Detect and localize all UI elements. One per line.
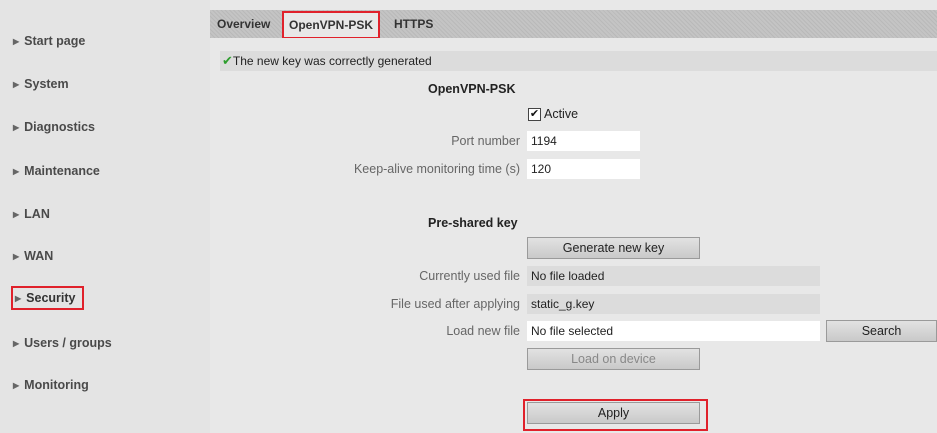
active-label: Active [544, 107, 579, 121]
sidebar-item-label: Start page [24, 34, 86, 48]
sidebar-item-label: Security [26, 291, 76, 305]
sidebar-item-security[interactable]: ▶ Security [11, 286, 84, 310]
sidebar-item-users-groups[interactable]: ▶ Users / groups [13, 336, 112, 350]
sidebar-item-monitoring[interactable]: ▶ Monitoring [13, 378, 89, 392]
sidebar-item-label: Diagnostics [24, 120, 96, 134]
sidebar-item-maintenance[interactable]: ▶ Maintenance [13, 164, 100, 178]
section-title: OpenVPN-PSK [428, 82, 516, 96]
pre-shared-key-heading: Pre-shared key [428, 216, 518, 230]
generate-new-key-button[interactable]: Generate new key [527, 237, 700, 259]
chevron-right-icon: ▶ [13, 209, 20, 219]
file-after-applying-value: static_g.key [527, 294, 820, 314]
currently-used-file-label: Currently used file [419, 269, 520, 283]
sidebar-item-label: LAN [24, 207, 50, 221]
tab-bar: Overview OpenVPN-PSK HTTPS [210, 10, 937, 39]
chevron-right-icon: ▶ [13, 166, 20, 176]
keepalive-input[interactable]: 120 [527, 159, 640, 179]
tab-https[interactable]: HTTPS [389, 13, 438, 35]
content-area: ✔The new key was correctly generated Ope… [210, 38, 937, 433]
main-panel: Overview OpenVPN-PSK HTTPS ✔The new key … [210, 0, 937, 433]
sidebar: ▶ Start page ▶ System ▶ Diagnostics ▶ Ma… [0, 0, 210, 433]
sidebar-item-system[interactable]: ▶ System [13, 77, 69, 91]
checkmark-icon: ✔ [222, 53, 233, 68]
chevron-right-icon: ▶ [13, 338, 20, 348]
success-message: ✔The new key was correctly generated [220, 51, 937, 71]
tab-openvpn-psk[interactable]: OpenVPN-PSK [282, 11, 381, 39]
sidebar-item-lan[interactable]: ▶ LAN [13, 207, 50, 221]
file-after-applying-label: File used after applying [390, 297, 520, 311]
keepalive-label: Keep-alive monitoring time (s) [353, 162, 520, 176]
tab-overview[interactable]: Overview [212, 13, 275, 35]
search-button[interactable]: Search [826, 320, 937, 342]
chevron-right-icon: ▶ [13, 79, 20, 89]
load-on-device-button[interactable]: Load on device [527, 348, 700, 370]
currently-used-file-value: No file loaded [527, 266, 820, 286]
chevron-right-icon: ▶ [13, 36, 20, 46]
active-checkbox[interactable]: ✔ [528, 108, 541, 121]
sidebar-item-label: Users / groups [24, 336, 112, 350]
sidebar-item-diagnostics[interactable]: ▶ Diagnostics [13, 120, 95, 134]
sidebar-item-label: Maintenance [24, 164, 100, 178]
success-message-text: The new key was correctly generated [232, 54, 432, 68]
chevron-right-icon: ▶ [13, 251, 20, 261]
chevron-right-icon: ▶ [13, 380, 20, 390]
chevron-right-icon: ▶ [15, 293, 22, 303]
port-number-input[interactable]: 1194 [527, 131, 640, 151]
sidebar-item-wan[interactable]: ▶ WAN [13, 249, 53, 263]
chevron-right-icon: ▶ [13, 122, 20, 132]
port-number-label: Port number [451, 134, 520, 148]
sidebar-item-label: WAN [24, 249, 54, 263]
load-new-file-input[interactable]: No file selected [527, 321, 820, 341]
sidebar-item-start-page[interactable]: ▶ Start page [13, 34, 85, 48]
sidebar-item-label: System [24, 77, 69, 91]
load-new-file-label: Load new file [446, 324, 520, 338]
sidebar-item-label: Monitoring [24, 378, 89, 392]
apply-button[interactable]: Apply [527, 402, 700, 424]
